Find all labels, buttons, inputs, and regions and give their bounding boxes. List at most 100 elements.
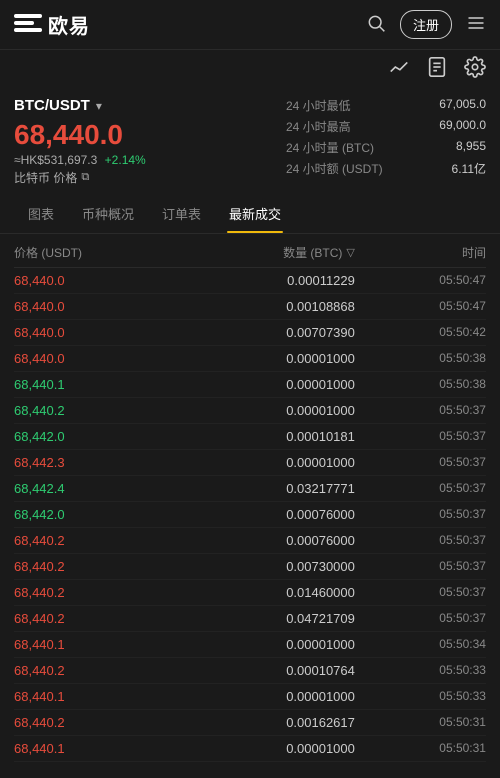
- trade-row: 68,442.4 0.03217771 05:50:37: [14, 476, 486, 502]
- stat-label: 24 小时额 (USDT): [286, 160, 383, 177]
- trade-qty: 0.00010764: [184, 663, 354, 678]
- trade-price: 68,440.2: [14, 715, 184, 730]
- trade-price: 68,440.1: [14, 741, 184, 756]
- trade-time: 05:50:38: [355, 377, 486, 391]
- trade-qty: 0.00001000: [184, 403, 354, 418]
- trade-qty: 0.00001000: [184, 741, 354, 756]
- col-time-header: 时间: [355, 244, 486, 261]
- tab-chart[interactable]: 图表: [14, 194, 68, 233]
- trade-qty: 0.00001000: [184, 689, 354, 704]
- big-price: 68,440.0: [14, 120, 286, 151]
- trade-price: 68,442.3: [14, 455, 184, 470]
- trade-time: 05:50:37: [355, 481, 486, 495]
- trade-qty: 0.04721709: [184, 611, 354, 626]
- stat-row: 24 小时量 (BTC)8,955: [286, 139, 486, 156]
- trade-price: 68,442.0: [14, 429, 184, 444]
- document-icon[interactable]: [426, 56, 448, 81]
- trade-time: 05:50:37: [355, 403, 486, 417]
- sub-header: [0, 50, 500, 87]
- trade-qty: 0.00162617: [184, 715, 354, 730]
- trade-price: 68,440.2: [14, 533, 184, 548]
- trade-price: 68,440.2: [14, 611, 184, 626]
- external-link-icon[interactable]: ⧉: [81, 171, 89, 184]
- trade-price: 68,440.0: [14, 273, 184, 288]
- trade-row: 68,440.2 0.00010764 05:50:33: [14, 658, 486, 684]
- trade-price: 68,440.1: [14, 377, 184, 392]
- trade-row: 68,440.2 0.01460000 05:50:37: [14, 580, 486, 606]
- trade-row: 68,440.1 0.00001000 05:50:31: [14, 736, 486, 762]
- tabs-bar: 图表币种概况订单表最新成交: [0, 194, 500, 234]
- chart-line-icon[interactable]: [388, 56, 410, 81]
- trade-price: 68,440.2: [14, 559, 184, 574]
- change-pct: +2.14%: [105, 153, 146, 167]
- trade-qty: 0.00001000: [184, 637, 354, 652]
- trade-row: 68,442.0 0.00010181 05:50:37: [14, 424, 486, 450]
- trade-time: 05:50:37: [355, 429, 486, 443]
- trade-row: 68,440.2 0.00162617 05:50:31: [14, 710, 486, 736]
- trade-time: 05:50:38: [355, 351, 486, 365]
- trade-row: 68,442.0 0.00076000 05:50:37: [14, 502, 486, 528]
- col-price-header: 价格 (USDT): [14, 244, 184, 261]
- logo-icon: [14, 14, 42, 36]
- trade-qty: 0.00076000: [184, 533, 354, 548]
- trade-qty: 0.00001000: [184, 455, 354, 470]
- trade-price: 68,442.4: [14, 481, 184, 496]
- header: 欧易 注册: [0, 0, 500, 50]
- trade-price: 68,440.1: [14, 637, 184, 652]
- col-qty-header: 数量 (BTC) ▽: [184, 244, 354, 261]
- trade-time: 05:50:37: [355, 611, 486, 625]
- pair-chevron-icon[interactable]: ▾: [96, 99, 102, 113]
- trade-row: 68,440.1 0.00001000 05:50:33: [14, 684, 486, 710]
- register-button[interactable]: 注册: [400, 10, 452, 39]
- pair-row: BTC/USDT ▾: [14, 97, 286, 114]
- trade-row: 68,440.0 0.00108868 05:50:47: [14, 294, 486, 320]
- trade-time: 05:50:37: [355, 559, 486, 573]
- trade-time: 05:50:31: [355, 741, 486, 755]
- pair-name: BTC/USDT: [14, 97, 90, 114]
- trade-qty: 0.00076000: [184, 507, 354, 522]
- stat-row: 24 小时最低67,005.0: [286, 97, 486, 114]
- tab-orders[interactable]: 订单表: [148, 194, 215, 233]
- trade-row: 68,440.2 0.00730000 05:50:37: [14, 554, 486, 580]
- stat-value: 6.11亿: [452, 160, 486, 177]
- trade-price: 68,440.0: [14, 351, 184, 366]
- stat-label: 24 小时量 (BTC): [286, 139, 374, 156]
- search-button[interactable]: [366, 13, 386, 36]
- trade-row: 68,442.3 0.00001000 05:50:37: [14, 450, 486, 476]
- price-left: BTC/USDT ▾ 68,440.0 ≈HK$531,697.3 +2.14%…: [14, 97, 286, 186]
- stat-label: 24 小时最高: [286, 118, 351, 135]
- filter-icon[interactable]: ▽: [346, 246, 354, 259]
- trade-time: 05:50:33: [355, 663, 486, 677]
- trade-time: 05:50:37: [355, 455, 486, 469]
- hk-price-row: ≈HK$531,697.3 +2.14%: [14, 153, 286, 167]
- settings-icon[interactable]: [464, 56, 486, 81]
- stat-value: 67,005.0: [439, 97, 486, 114]
- trade-row: 68,440.1 0.00001000 05:50:34: [14, 632, 486, 658]
- btc-label: 比特币 价格 ⧉: [14, 169, 286, 186]
- trades-section: 价格 (USDT) 数量 (BTC) ▽ 时间 68,440.0 0.00011…: [0, 234, 500, 762]
- trade-price: 68,440.2: [14, 403, 184, 418]
- trade-row: 68,440.2 0.00076000 05:50:37: [14, 528, 486, 554]
- trade-time: 05:50:33: [355, 689, 486, 703]
- price-stats: 24 小时最低67,005.0 24 小时最高 69,000.0 24 小时量 (BT…: [286, 97, 486, 186]
- trade-time: 05:50:37: [355, 585, 486, 599]
- trade-qty: 0.00108868: [184, 299, 354, 314]
- tab-overview[interactable]: 币种概况: [68, 194, 148, 233]
- trade-time: 05:50:37: [355, 533, 486, 547]
- trade-time: 05:50:47: [355, 299, 486, 313]
- trade-qty: 0.03217771: [184, 481, 354, 496]
- trade-qty: 0.00730000: [184, 559, 354, 574]
- trade-price: 68,440.1: [14, 689, 184, 704]
- trade-price: 68,440.0: [14, 299, 184, 314]
- stat-row: 24 小时最高 69,000.0: [286, 118, 486, 135]
- logo-area: 欧易: [14, 10, 90, 39]
- stat-row: 24 小时额 (USDT) 6.11亿: [286, 160, 486, 177]
- logo-text: 欧易: [48, 10, 90, 39]
- trade-row: 68,440.1 0.00001000 05:50:38: [14, 372, 486, 398]
- menu-button[interactable]: [466, 13, 486, 36]
- trades-body: 68,440.0 0.00011229 05:50:47 68,440.0 0.…: [14, 268, 486, 762]
- stat-value: 69,000.0: [439, 118, 486, 135]
- trade-qty: 0.00010181: [184, 429, 354, 444]
- trade-time: 05:50:31: [355, 715, 486, 729]
- tab-trades[interactable]: 最新成交: [215, 194, 295, 233]
